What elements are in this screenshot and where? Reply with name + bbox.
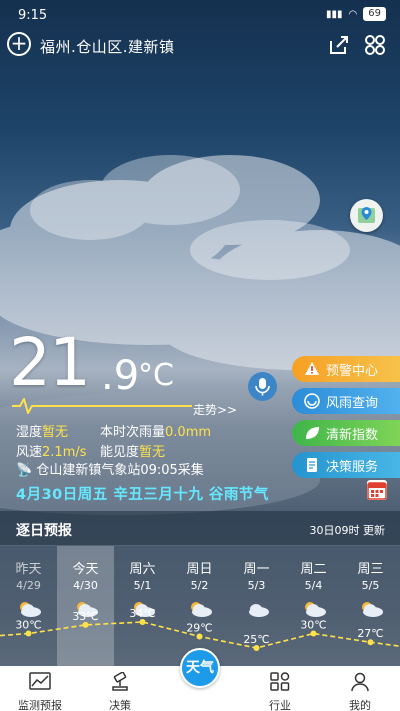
top-bar: + 福州.仓山区.建新镇 xyxy=(0,32,400,60)
decision-service-label: 决策服务 xyxy=(326,459,379,475)
temperature-label: 27℃ xyxy=(357,627,383,640)
nav-industry[interactable]: 行业 xyxy=(240,666,320,711)
rain-row: 本时次雨量0.0mm xyxy=(100,421,211,440)
fresh-index-label: 清新指数 xyxy=(326,427,379,443)
date-line: 4月30日周五 辛丑三月十九 谷雨节气 xyxy=(16,487,269,503)
battery-icon: 69 xyxy=(363,7,386,21)
trend-link[interactable]: 走势>> xyxy=(193,401,237,418)
humidity-row: 湿度暂无 xyxy=(16,421,68,440)
station-text: 仓山建新镇气象站09:05采集 xyxy=(36,463,204,478)
temperature-label: 30℃ xyxy=(300,619,326,632)
nav-monitor[interactable]: 监测预报 xyxy=(0,666,80,711)
fresh-index-button[interactable]: 清新指数 xyxy=(292,420,400,446)
visibility-row: 能见度暂无 xyxy=(100,441,165,460)
warning-center-button[interactable]: 预警中心 xyxy=(292,356,400,382)
visibility-value: 暂无 xyxy=(139,445,166,460)
visibility-label: 能见度 xyxy=(100,445,140,460)
map-icon xyxy=(358,207,375,223)
nav-monitor-label: 监测预报 xyxy=(18,699,62,711)
temperature-label: 29℃ xyxy=(186,621,212,634)
temperature-unit: °C xyxy=(138,358,174,393)
humidity-label: 湿度 xyxy=(16,425,43,440)
wind-rain-label: 风雨查询 xyxy=(326,395,379,411)
nav-decision-label: 决策 xyxy=(109,699,131,711)
wind-value: 2.1m/s xyxy=(42,445,87,460)
wind-label: 风速 xyxy=(16,445,43,460)
bottom-nav: 监测预报 决策 天气 行业 我的 xyxy=(0,648,400,711)
warning-icon xyxy=(305,362,319,375)
user-icon xyxy=(351,672,369,692)
station-row: 📡 仓山建新镇气象站09:05采集 xyxy=(16,459,204,478)
add-location-button[interactable]: + xyxy=(7,32,31,56)
forecast-title: 逐日预报 xyxy=(16,523,72,539)
wind-row: 风速2.1m/s xyxy=(16,441,87,460)
nav-industry-label: 行业 xyxy=(269,699,291,711)
leaf-icon xyxy=(306,427,319,439)
forecast-updated: 30日09时 更新 xyxy=(309,524,386,537)
nav-mine[interactable]: 我的 xyxy=(320,666,400,711)
status-icons: ▮▮▮ ◠ 69 xyxy=(326,7,386,21)
temperature-label: 25℃ xyxy=(243,633,269,646)
voice-button[interactable] xyxy=(248,372,277,401)
status-bar: 9:15 ▮▮▮ ◠ 69 xyxy=(0,0,400,30)
location-title[interactable]: 福州.仓山区.建新镇 xyxy=(40,36,175,57)
current-temperature: 21 xyxy=(9,324,91,401)
grid-icon xyxy=(270,672,290,691)
rain-label: 本时次雨量 xyxy=(100,425,166,440)
status-time: 9:15 xyxy=(18,8,48,23)
document-icon xyxy=(307,458,317,472)
wifi-icon: ◠ xyxy=(348,8,358,20)
temperature-label: 33℃ xyxy=(72,610,98,623)
signal-icon: ▮▮▮ xyxy=(326,8,343,20)
gavel-icon xyxy=(112,671,128,691)
temperature-label: 30℃ xyxy=(15,619,41,632)
temperature-decimal: .9 xyxy=(101,353,140,399)
apps-grid-icon[interactable] xyxy=(364,34,386,56)
wind-rain-button[interactable]: 风雨查询 xyxy=(292,388,400,414)
trend-line-icon xyxy=(12,398,192,414)
nav-decision[interactable]: 决策 xyxy=(80,666,160,711)
rain-value: 0.0mm xyxy=(165,425,212,440)
forecast-header: 逐日预报 30日09时 更新 xyxy=(0,511,400,545)
nav-mine-label: 我的 xyxy=(349,699,371,711)
microphone-icon xyxy=(255,378,270,396)
chart-icon xyxy=(29,672,51,690)
temperature-label: 34℃ xyxy=(129,607,155,620)
humidity-value: 暂无 xyxy=(42,425,69,440)
decision-service-button[interactable]: 决策服务 xyxy=(292,452,400,478)
nav-weather[interactable]: 天气 xyxy=(160,648,240,711)
warning-center-label: 预警中心 xyxy=(326,363,379,379)
map-button[interactable] xyxy=(350,199,383,232)
weather-icon: 天气 xyxy=(180,648,220,688)
antenna-icon: 📡 xyxy=(16,463,33,478)
share-icon[interactable] xyxy=(328,34,350,56)
wind-rain-icon xyxy=(304,393,320,409)
side-buttons: 预警中心 风雨查询 清新指数 决策服务 xyxy=(292,356,400,484)
